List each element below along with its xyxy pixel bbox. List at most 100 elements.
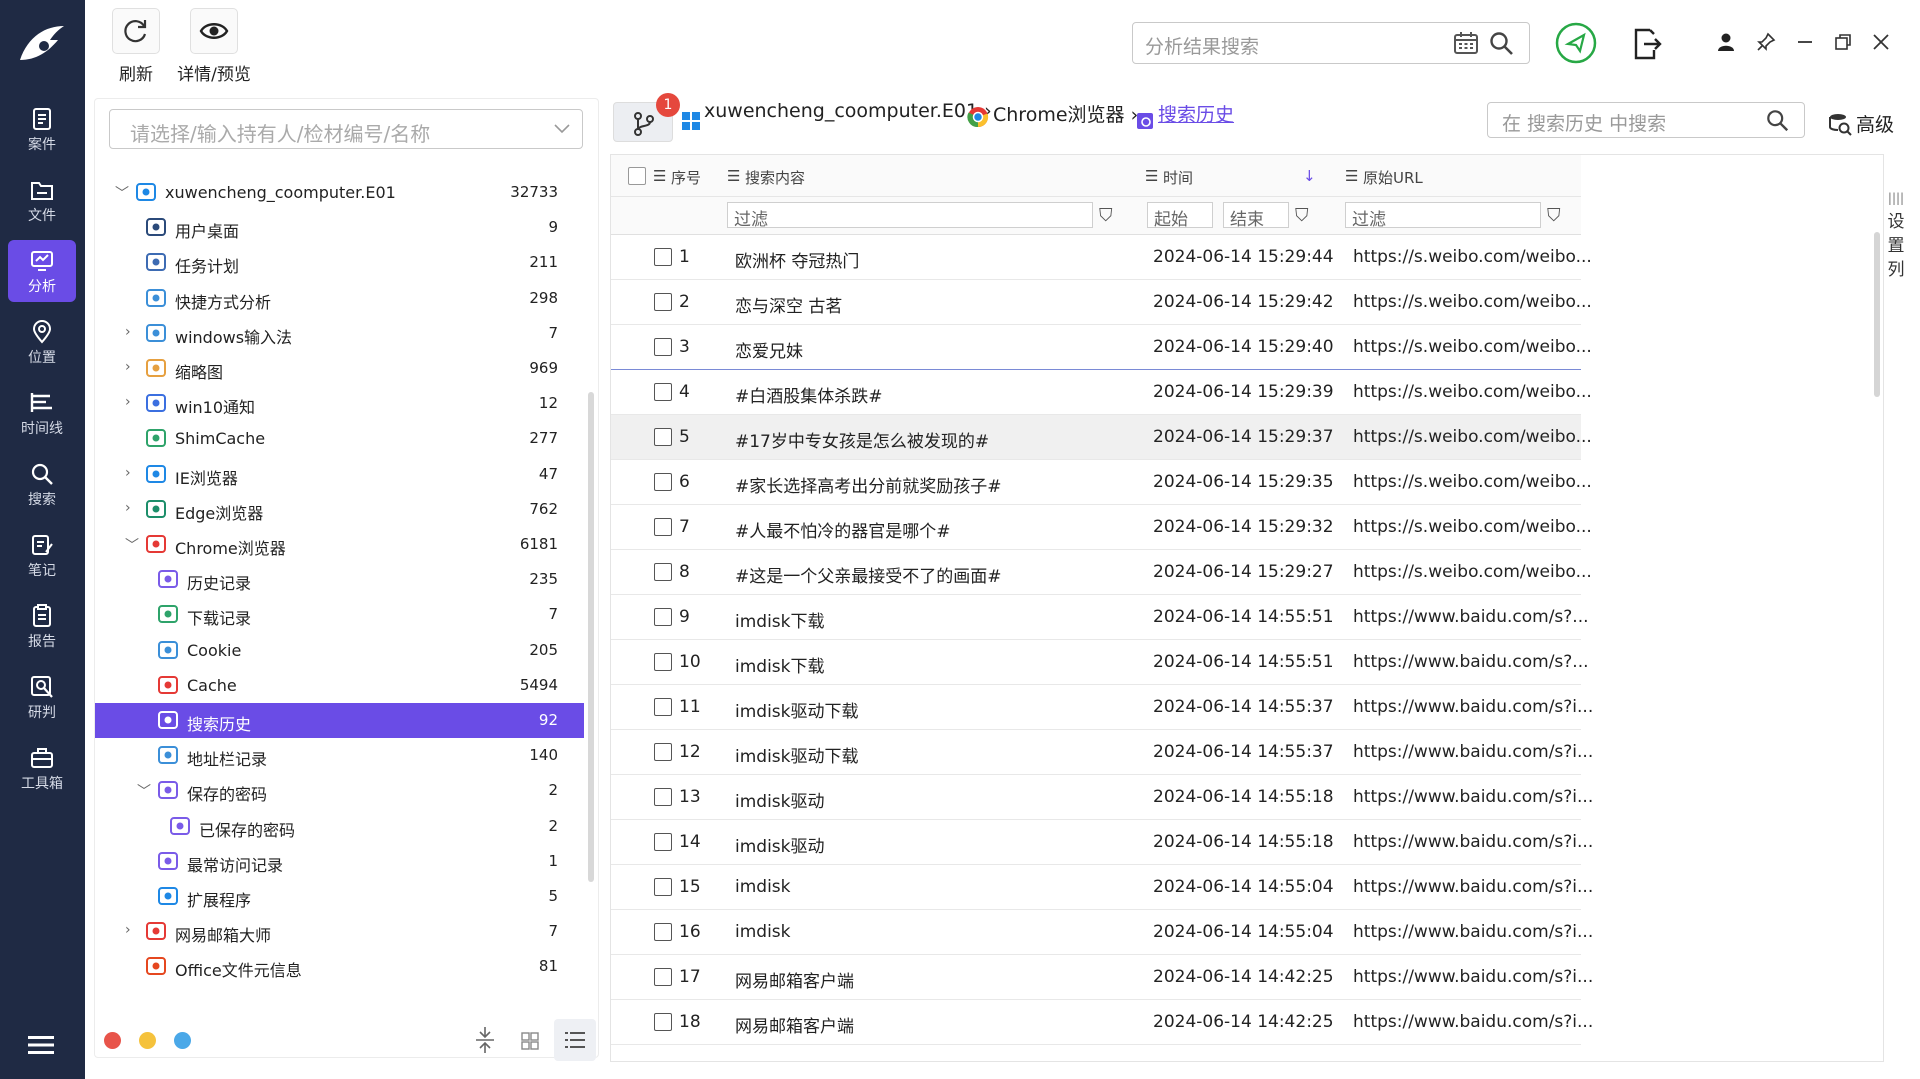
tree-item[interactable]: 扩展程序 5 — [95, 879, 584, 914]
search-icon[interactable] — [1489, 31, 1515, 57]
tree-item[interactable]: 搜索历史 92 — [95, 703, 584, 738]
row-checkbox[interactable] — [654, 653, 672, 671]
red-dot[interactable] — [104, 1032, 121, 1049]
tree-item[interactable]: 任务计划 211 — [95, 245, 584, 280]
yellow-dot[interactable] — [139, 1032, 156, 1049]
column-header-time[interactable]: 时间 — [1163, 167, 1193, 188]
row-checkbox[interactable] — [654, 428, 672, 446]
table-row[interactable]: 1 欧洲杯 夺冠热门 2024-06-14 15:29:44 https://s.we… — [611, 235, 1592, 280]
row-checkbox[interactable] — [654, 518, 672, 536]
table-row[interactable]: 8 #这是一个父亲最接受不了的画面# 2024-06-14 15:29:27 http… — [611, 550, 1592, 595]
table-row[interactable]: 7 #人最不怕冷的器官是哪个# 2024-06-14 15:29:32 https:/… — [611, 505, 1592, 550]
chevron-right-icon[interactable]: › — [125, 465, 131, 481]
row-checkbox[interactable] — [654, 248, 672, 266]
user-icon[interactable] — [1716, 32, 1736, 52]
row-checkbox[interactable] — [654, 338, 672, 356]
breadcrumb-browser[interactable]: Chrome浏览器 › — [993, 100, 1138, 127]
collapse-all-icon[interactable] — [474, 1025, 496, 1055]
row-checkbox[interactable] — [654, 833, 672, 851]
refresh-button[interactable]: 刷新 — [110, 8, 162, 85]
start-date-filter[interactable]: 起始 — [1147, 202, 1213, 230]
query-filter-input[interactable]: 过滤 — [727, 202, 1093, 230]
tree-item[interactable]: 用户桌面 9 — [95, 210, 584, 245]
row-checkbox[interactable] — [654, 473, 672, 491]
table-row[interactable]: 12 imdisk驱动下载 2024-06-14 14:55:37 https://w… — [611, 730, 1593, 775]
tree-item[interactable]: ﹀ Chrome浏览器 6181 — [95, 527, 584, 562]
tree-item[interactable]: › IE浏览器 47 — [95, 457, 584, 492]
table-row[interactable]: 2 恋与深空 古茗 2024-06-14 15:29:42 https://s.wei… — [611, 280, 1592, 325]
tree-item[interactable]: 已保存的密码 2 — [95, 809, 584, 844]
search-icon[interactable] — [1766, 109, 1790, 133]
row-checkbox[interactable] — [654, 788, 672, 806]
nav-item-search[interactable]: 搜索 — [8, 453, 76, 515]
tree-item[interactable]: ﹀ xuwencheng_coomputer.E01 32733 — [95, 175, 584, 210]
table-row[interactable]: 4 #白酒股集体杀跌# 2024-06-14 15:29:39 https://s.w… — [611, 370, 1592, 415]
column-menu-icon[interactable]: ☰ — [653, 167, 666, 185]
chevron-down-icon[interactable]: ﹀ — [125, 535, 139, 555]
tree-item[interactable]: Cookie 205 — [95, 633, 584, 668]
analysis-search-input[interactable]: 分析结果搜索 — [1132, 22, 1530, 64]
chevron-right-icon[interactable]: › — [125, 394, 131, 410]
nav-item-note[interactable]: 笔记 — [8, 524, 76, 586]
row-checkbox[interactable] — [654, 608, 672, 626]
column-menu-icon[interactable]: ☰ — [1145, 167, 1158, 185]
minimize-icon[interactable] — [1795, 32, 1815, 52]
nav-item-location[interactable]: 位置 — [8, 311, 76, 373]
tree-item[interactable]: 下载记录 7 — [95, 597, 584, 632]
chevron-right-icon[interactable]: › — [125, 500, 131, 516]
filter-icon[interactable]: ⛉ — [1547, 205, 1561, 226]
tree-item[interactable]: 地址栏记录 140 — [95, 738, 584, 773]
column-menu-icon[interactable]: ☰ — [1345, 167, 1358, 185]
column-header-index[interactable]: 序号 — [671, 167, 701, 188]
table-row[interactable]: 10 imdisk下载 2024-06-14 14:55:51 https://www… — [611, 640, 1589, 685]
tree-item[interactable]: › Edge浏览器 762 — [95, 492, 584, 527]
tree-item[interactable]: › 缩略图 969 — [95, 351, 584, 386]
detail-preview-button[interactable]: 详情/预览 — [172, 8, 256, 85]
sort-desc-icon[interactable]: ↓ — [1303, 167, 1316, 185]
table-row[interactable]: 16 imdisk 2024-06-14 14:55:04 https://www.b… — [611, 910, 1593, 955]
table-row[interactable]: 14 imdisk驱动 2024-06-14 14:55:18 https://www… — [611, 820, 1593, 865]
table-row[interactable]: 5 #17岁中专女孩是怎么被发现的# 2024-06-14 15:29:37 http… — [611, 415, 1592, 460]
tree-item[interactable]: Office文件元信息 81 — [95, 949, 584, 984]
pin-icon[interactable] — [1756, 32, 1776, 52]
tree-item[interactable]: Cache 5494 — [95, 668, 584, 703]
calendar-icon[interactable] — [1453, 31, 1479, 55]
chevron-right-icon[interactable]: › — [125, 324, 131, 340]
set-columns-button[interactable]: |||| 设置列 — [1885, 186, 1907, 282]
tree-scrollbar[interactable] — [588, 392, 594, 882]
table-row[interactable]: 9 imdisk下载 2024-06-14 14:55:51 https://www.… — [611, 595, 1589, 640]
row-checkbox[interactable] — [654, 923, 672, 941]
table-row[interactable]: 11 imdisk驱动下载 2024-06-14 14:55:37 https://w… — [611, 685, 1593, 730]
filter-icon[interactable]: ⛉ — [1099, 205, 1113, 226]
breadcrumb-current[interactable]: 搜索历史 — [1158, 100, 1234, 127]
grid-view-icon[interactable] — [520, 1031, 540, 1051]
select-all-checkbox[interactable] — [628, 167, 646, 185]
chevron-right-icon[interactable]: › — [125, 922, 131, 938]
export-icon[interactable] — [1632, 28, 1662, 60]
row-checkbox[interactable] — [654, 1013, 672, 1031]
row-checkbox[interactable] — [654, 743, 672, 761]
tree-item[interactable]: › windows输入法 7 — [95, 316, 584, 351]
nav-item-analysis[interactable]: 分析 — [8, 240, 76, 302]
end-date-filter[interactable]: 结束 — [1223, 202, 1289, 230]
row-checkbox[interactable] — [654, 878, 672, 896]
table-row[interactable]: 3 恋爱兄妹 2024-06-14 15:29:40 https://s.weibo.… — [611, 325, 1592, 370]
row-checkbox[interactable] — [654, 698, 672, 716]
row-checkbox[interactable] — [654, 968, 672, 986]
tree-item[interactable]: 最常访问记录 1 — [95, 844, 584, 879]
tree-item[interactable]: 快捷方式分析 298 — [95, 281, 584, 316]
breadcrumb-source[interactable]: xuwencheng_coomputer.E01 › — [704, 100, 992, 122]
row-checkbox[interactable] — [654, 563, 672, 581]
blue-dot[interactable] — [174, 1032, 191, 1049]
row-checkbox[interactable] — [654, 293, 672, 311]
url-filter-input[interactable]: 过滤 — [1345, 202, 1541, 230]
hamburger-menu-icon[interactable] — [28, 1035, 54, 1055]
holder-select[interactable]: 请选择/输入持有人/检材编号/名称 — [109, 109, 583, 149]
tree-item[interactable]: ShimCache 277 — [95, 421, 584, 456]
column-menu-icon[interactable]: ☰ — [727, 167, 740, 185]
tree-item[interactable]: › 网易邮箱大师 7 — [95, 914, 584, 949]
table-row[interactable]: 13 imdisk驱动 2024-06-14 14:55:18 https://www… — [611, 775, 1593, 820]
filter-icon[interactable]: ⛉ — [1295, 205, 1309, 226]
nav-item-case[interactable]: 案件 — [8, 98, 76, 160]
column-header-url[interactable]: 原始URL — [1363, 167, 1423, 188]
